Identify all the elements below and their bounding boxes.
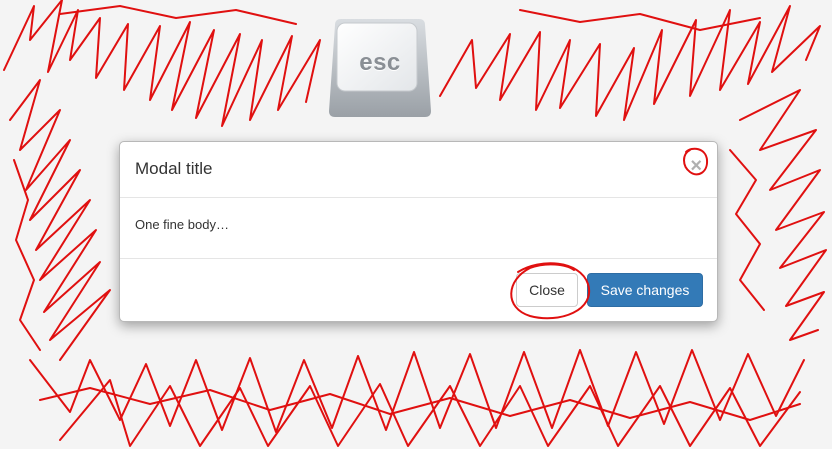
modal-title: Modal title — [135, 159, 213, 178]
modal-body: One fine body… — [120, 198, 717, 259]
modal-body-text: One fine body… — [135, 217, 229, 232]
esc-key-label: esc — [359, 49, 401, 76]
modal-footer: Close Save changes — [120, 259, 717, 321]
modal-header: Modal title × — [120, 142, 717, 198]
save-changes-button[interactable]: Save changes — [587, 273, 703, 307]
close-icon[interactable]: × — [690, 156, 702, 176]
close-button[interactable]: Close — [516, 273, 578, 307]
esc-key-icon: esc — [327, 19, 433, 119]
modal-dialog: Modal title × One fine body… Close Save … — [119, 141, 718, 322]
